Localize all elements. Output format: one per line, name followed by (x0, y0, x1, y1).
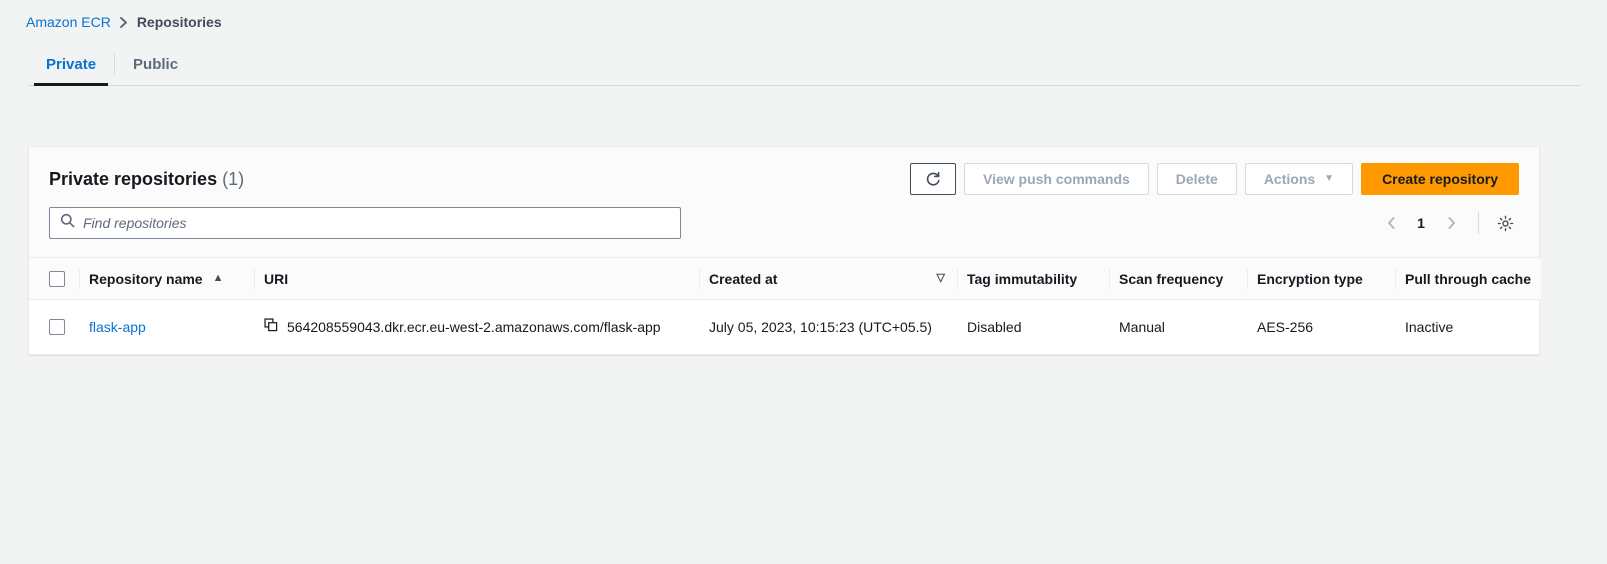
tab-bar: Private Public (0, 42, 1607, 86)
pagination-divider (1478, 212, 1479, 234)
cell-scan-frequency: Manual (1119, 318, 1165, 335)
chevron-right-icon[interactable] (1436, 208, 1466, 238)
column-header-uri[interactable]: URI (254, 257, 699, 300)
cell-uri: 564208559043.dkr.ecr.eu-west-2.amazonaws… (254, 300, 699, 354)
column-label-created-at: Created at (709, 270, 778, 287)
cell-pull-through-cache: Inactive (1405, 318, 1454, 335)
refresh-button[interactable] (910, 163, 956, 195)
search-input[interactable] (83, 215, 670, 231)
repositories-panel: Private repositories (1) View push comma… (28, 146, 1541, 355)
select-all-header (29, 257, 79, 300)
column-header-encryption-type[interactable]: Encryption type (1247, 257, 1395, 300)
pagination: 1 (1376, 208, 1519, 238)
panel-title-text: Private repositories (49, 168, 218, 189)
uri-text: 564208559043.dkr.ecr.eu-west-2.amazonaws… (287, 318, 661, 335)
sort-ascending-icon: ▲ (212, 272, 224, 284)
repositories-table: Repository name ▲ URI Created at ▽ Tag i… (29, 257, 1541, 354)
cell-tag-immutability: Disabled (967, 318, 1022, 335)
column-header-created-at[interactable]: Created at ▽ (699, 257, 957, 300)
gear-icon[interactable] (1491, 209, 1519, 237)
sort-descending-icon: ▽ (936, 272, 945, 284)
delete-button[interactable]: Delete (1156, 163, 1237, 195)
column-label-scan-frequency: Scan frequency (1119, 270, 1224, 287)
actions-label: Actions (1263, 171, 1316, 187)
column-header-repository-name[interactable]: Repository name ▲ (79, 257, 254, 300)
column-label-pull-through-cache: Pull through cache (1405, 270, 1532, 287)
column-label-encryption-type: Encryption type (1257, 270, 1363, 287)
chevron-right-icon (111, 16, 137, 29)
panel-header: Private repositories (1) View push comma… (29, 147, 1539, 257)
row-checkbox[interactable] (49, 319, 65, 336)
delete-label: Delete (1175, 171, 1218, 187)
panel-actions: View push commands Delete Actions ▼ Crea… (910, 163, 1519, 195)
tab-private[interactable]: Private (28, 42, 114, 86)
table-header-row: Repository name ▲ URI Created at ▽ Tag i… (29, 257, 1541, 300)
repository-link-flask-app[interactable]: flask-app (89, 319, 146, 335)
column-label-uri: URI (264, 270, 289, 287)
page-title: Private repositories (1) (49, 169, 244, 190)
tab-private-label: Private (46, 55, 97, 73)
column-header-pull-through-cache[interactable]: Pull through cache (1395, 257, 1541, 300)
search-box[interactable] (49, 207, 681, 239)
view-push-commands-button[interactable]: View push commands (964, 163, 1149, 195)
column-header-tag-immutability[interactable]: Tag immutability (957, 257, 1109, 300)
create-repository-button[interactable]: Create repository (1361, 163, 1519, 195)
repository-count: (1) (222, 168, 245, 189)
table-row: flask-app 564208559043.dkr.ecr.eu-west-2… (29, 300, 1541, 354)
column-label-tag-immutability: Tag immutability (967, 270, 1078, 287)
tab-public-label: Public (133, 55, 179, 73)
tab-public[interactable]: Public (115, 42, 196, 86)
cell-repository-name: flask-app (79, 300, 254, 354)
create-repository-label: Create repository (1382, 171, 1498, 187)
breadcrumb-link-amazon-ecr[interactable]: Amazon ECR (26, 14, 111, 30)
pagination-page-1[interactable]: 1 (1408, 208, 1434, 238)
breadcrumb: Amazon ECR Repositories (0, 0, 1607, 30)
breadcrumb-current-repositories: Repositories (136, 14, 222, 30)
column-header-scan-frequency[interactable]: Scan frequency (1109, 257, 1247, 300)
actions-dropdown-button[interactable]: Actions ▼ (1244, 163, 1354, 195)
refresh-icon (925, 171, 941, 187)
row-select-cell (29, 300, 79, 354)
column-label-repository-name: Repository name (89, 270, 203, 287)
view-push-commands-label: View push commands (983, 171, 1130, 187)
search-icon (60, 213, 75, 233)
copy-icon[interactable] (264, 318, 278, 335)
cell-encryption-type: AES-256 (1257, 318, 1314, 335)
cell-created-at: July 05, 2023, 10:15:23 (UTC+05.5) (709, 318, 932, 335)
chevron-left-icon[interactable] (1376, 208, 1406, 238)
select-all-checkbox[interactable] (49, 271, 65, 288)
chevron-down-icon: ▼ (1324, 173, 1335, 184)
